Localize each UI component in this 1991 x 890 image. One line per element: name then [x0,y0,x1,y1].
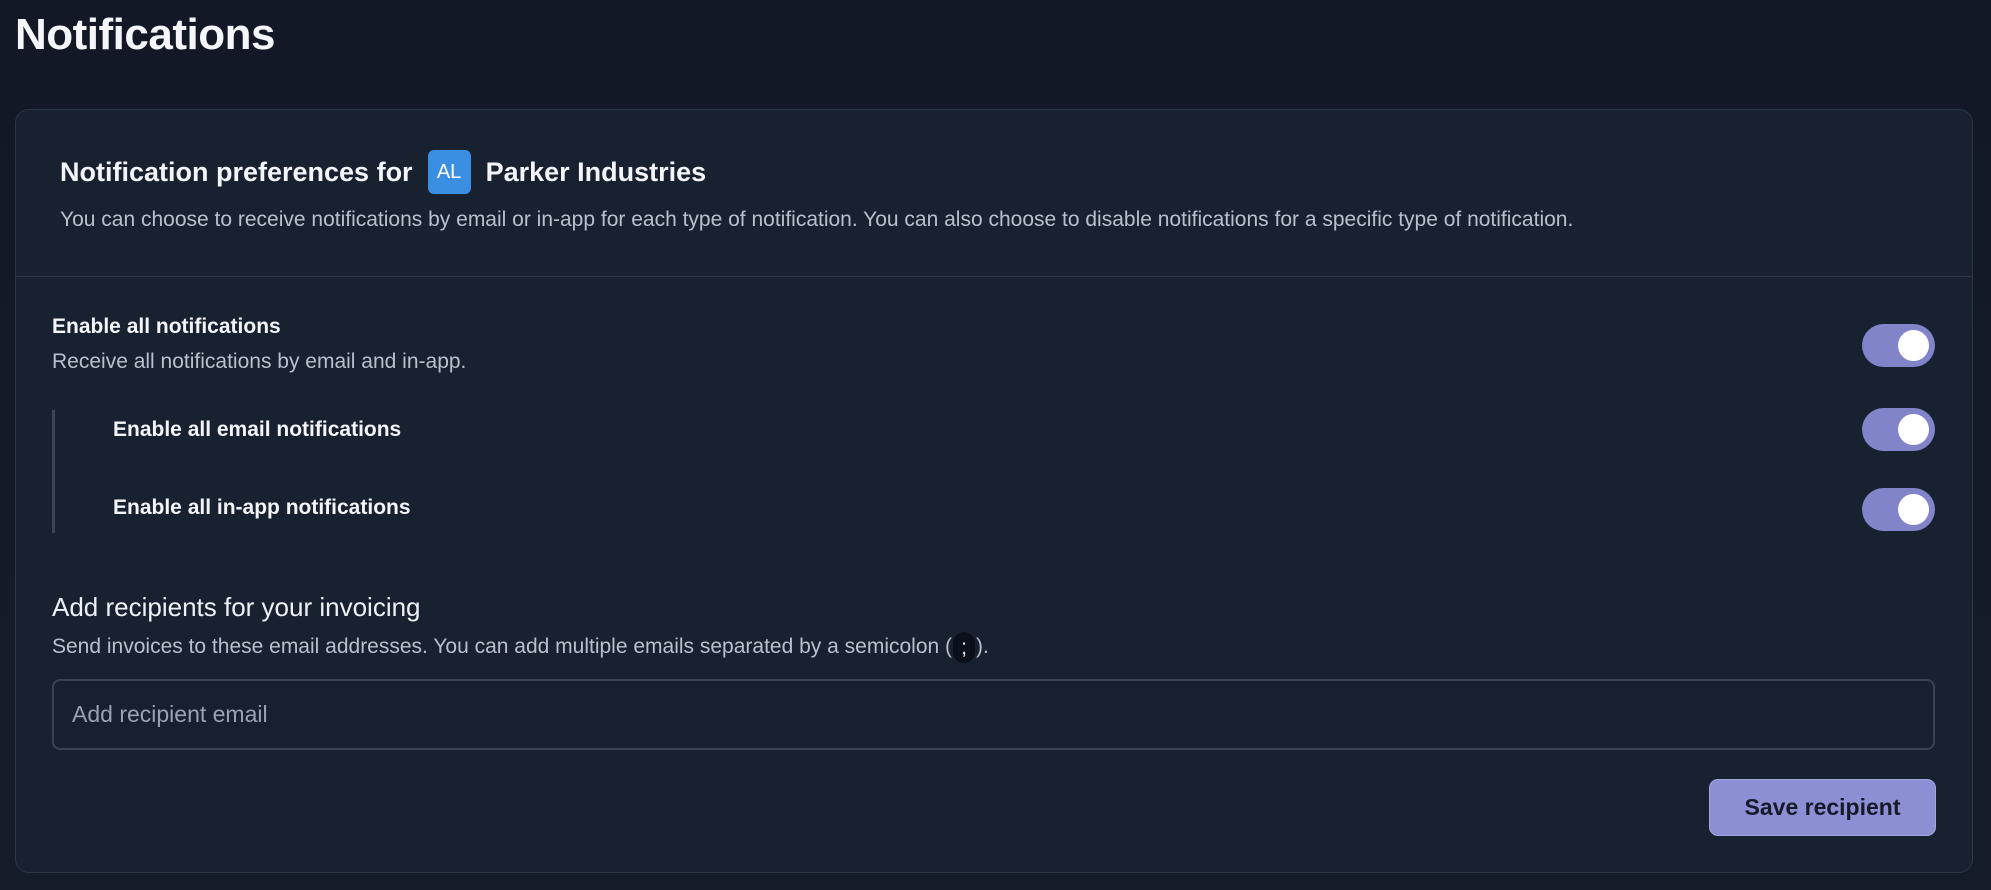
invoicing-title: Add recipients for your invoicing [52,592,421,622]
save-recipient-button[interactable]: Save recipient [1709,779,1936,836]
channel-toggles-group: Enable all email notifications Enable al… [52,410,1946,533]
enable-all-label: Enable all notifications [52,315,281,338]
invoicing-description-end: ). [976,635,989,659]
semicolon-badge: ; [953,632,976,663]
toggle-knob [1898,330,1929,361]
toggle-knob [1898,494,1929,525]
card-header: Notification preferences for AL Parker I… [16,110,1972,277]
preferences-title: Notification preferences for AL Parker I… [60,150,1972,194]
toggle-knob [1898,414,1929,445]
notification-preferences-card: Notification preferences for AL Parker I… [15,109,1973,873]
enable-in-app-toggle[interactable] [1862,488,1935,531]
preferences-description: You can choose to receive notifications … [60,208,1574,231]
recipient-email-input[interactable] [52,679,1935,750]
enable-all-row: Enable all notifications Receive all not… [52,315,1936,374]
org-avatar: AL [427,150,471,194]
org-name: Parker Industries [485,156,707,187]
invoicing-description-text: Send invoices to these email addresses. … [52,635,953,659]
enable-email-label: Enable all email notifications [113,418,402,441]
preferences-title-prefix: Notification preferences for [60,156,413,187]
enable-in-app-label: Enable all in-app notifications [113,496,411,519]
page-title: Notifications [15,10,275,59]
enable-all-toggle[interactable] [1862,324,1935,367]
enable-email-toggle[interactable] [1862,408,1935,451]
enable-all-description: Receive all notifications by email and i… [52,350,467,373]
invoicing-description: Send invoices to these email addresses. … [52,632,989,663]
